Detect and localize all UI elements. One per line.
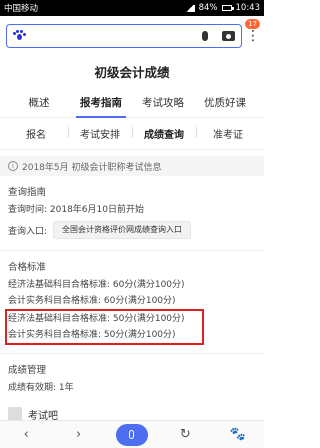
divider: [0, 353, 264, 354]
signal-icon: [184, 4, 195, 12]
query-entry-button[interactable]: 全国会计资格评价网成绩查询入口: [53, 221, 192, 239]
search-input[interactable]: [6, 24, 242, 48]
mic-icon[interactable]: [202, 31, 208, 41]
camera-icon[interactable]: [222, 31, 235, 41]
carrier-label: 中国移动: [4, 4, 39, 14]
tab-admission-ticket[interactable]: 准考证: [196, 126, 260, 141]
highlight-box: 经济法基础科目合格标准: 50分(满分100分) 会计实务科目合格标准: 50分…: [5, 309, 204, 345]
tab-exam-guide[interactable]: 报考指南: [70, 95, 132, 118]
clock: 10:43: [235, 3, 261, 13]
refresh-icon[interactable]: ↻: [170, 425, 200, 445]
tab-exam-strategy[interactable]: 考试攻略: [132, 95, 194, 110]
search-area: ⋮ 17: [0, 16, 264, 56]
tab-overview[interactable]: 概述: [8, 95, 70, 110]
query-time: 查询时间: 2018年6月10日前开始: [8, 205, 144, 215]
battery-icon: [221, 5, 234, 11]
query-guide-section: 查询指南 查询时间: 2018年6月10日前开始 查询入口: 全国会计资格评价网…: [0, 184, 264, 242]
score-management-section: 成绩管理 成绩有效期: 1年: [0, 362, 264, 396]
baidu-home-icon[interactable]: 🐾: [223, 425, 253, 445]
query-guide-title: 查询指南: [8, 187, 47, 198]
forward-icon[interactable]: ›: [64, 425, 94, 445]
info-bar: i 2018年5月 初级会计职称考试信息: [0, 156, 264, 176]
page-title: 初级会计成绩: [94, 65, 170, 80]
pass-standard-title: 合格标准: [8, 262, 47, 273]
secondary-tabs: 报名 考试安排 成绩查询 准考证: [0, 118, 264, 150]
notification-badge: 17: [245, 19, 260, 29]
tab-exam-schedule[interactable]: 考试安排: [68, 126, 132, 141]
tab-score-query[interactable]: 成绩查询: [132, 126, 196, 141]
status-bar: 中国移动 84% 10:43: [0, 0, 264, 16]
search-tools: [202, 31, 235, 41]
bottom-nav-bar: ‹ › ↻ 🐾: [0, 420, 264, 448]
pass-standard-section: 合格标准 经济法基础科目合格标准: 60分(满分100分) 会计实务科目合格标准…: [0, 259, 264, 345]
tab-quality-courses[interactable]: 优质好课: [194, 95, 256, 110]
primary-tabs: 概述 报考指南 考试攻略 优质好课: [0, 88, 264, 118]
tab-registration[interactable]: 报名: [4, 126, 68, 141]
voice-icon[interactable]: [115, 423, 148, 446]
pass-standard-highlight-line: 经济法基础科目合格标准: 50分(满分100分): [8, 314, 185, 324]
back-icon[interactable]: ‹: [11, 425, 41, 445]
info-icon: i: [8, 161, 18, 171]
card-thumbnail: [8, 407, 22, 421]
score-validity: 成绩有效期: 1年: [8, 383, 74, 393]
query-entry-row: 查询入口: 全国会计资格评价网成绩查询入口: [8, 218, 256, 242]
divider: [0, 250, 264, 251]
pass-standard-line: 会计实务科目合格标准: 60分(满分100分): [8, 296, 176, 306]
pass-standard-line: 经济法基础科目合格标准: 60分(满分100分): [8, 280, 185, 290]
query-entry-label: 查询入口:: [8, 226, 48, 237]
status-right: 84% 10:43: [184, 3, 261, 13]
more-icon[interactable]: ⋮: [246, 29, 260, 43]
battery-percent: 84%: [198, 3, 218, 13]
info-bar-text: 2018年5月 初级会计职称考试信息: [22, 162, 162, 173]
baidu-paw-icon: [13, 30, 26, 42]
pass-standard-highlight-line: 会计实务科目合格标准: 50分(满分100分): [8, 330, 176, 340]
score-management-title: 成绩管理: [8, 365, 47, 376]
